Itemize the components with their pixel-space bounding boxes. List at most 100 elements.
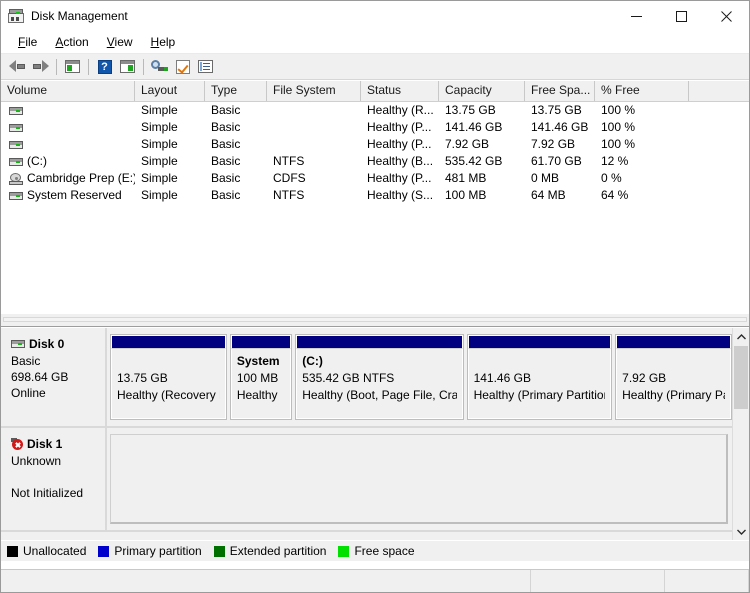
graphical-pane-scrollbar[interactable] <box>732 328 749 540</box>
rescan-disks-button[interactable] <box>148 56 171 78</box>
partition-block[interactable]: 13.75 GB Healthy (Recovery P <box>110 334 227 420</box>
legend-item: Primary partition <box>98 544 202 558</box>
partition-color-bar <box>616 335 731 348</box>
scroll-up-button[interactable] <box>733 328 749 345</box>
show-hide-console-tree-button[interactable] <box>61 56 84 78</box>
column-header-type[interactable]: Type <box>205 81 267 101</box>
toolbar-separator <box>56 58 57 75</box>
partition-details: 7.92 GB Healthy (Primary Pa <box>616 348 731 419</box>
volume-row[interactable]: System Reserved Simple Basic NTFS Healthy (S… <box>1 187 749 204</box>
partition-status: Healthy (Boot, Page File, Cras <box>302 388 457 402</box>
column-header-file-system[interactable]: File System <box>267 81 361 101</box>
menu-help[interactable]: Help <box>142 33 185 51</box>
minimize-button[interactable] <box>614 1 659 31</box>
graphical-disk-list: Disk 0 Basic 698.64 GB Online 13.75 GB Healt… <box>1 328 732 540</box>
cell-status: Healthy (R... <box>367 103 434 117</box>
partition-status: Healthy (Recovery P <box>117 388 220 402</box>
cell-capacity: 13.75 GB <box>445 103 496 117</box>
legend-label: Free space <box>354 544 415 558</box>
volume-row[interactable]: Simple Basic Healthy (R... 13.75 GB 13.75 GB… <box>1 102 749 119</box>
disk-size <box>11 469 105 485</box>
volume-label: System Reserved <box>27 188 122 202</box>
hard-drive-icon <box>9 191 23 200</box>
column-header-status[interactable]: Status <box>361 81 439 101</box>
cell-volume <box>1 123 135 132</box>
cell-type: Basic <box>211 103 241 117</box>
uninitialized-disk-area[interactable] <box>110 434 728 524</box>
partition-block[interactable]: 7.92 GB Healthy (Primary Pa <box>615 334 732 420</box>
legend-label: Extended partition <box>229 544 327 558</box>
scrollbar-thumb[interactable] <box>734 346 748 409</box>
partition-size: 100 MB <box>236 371 279 385</box>
disk-state: Online <box>11 386 46 400</box>
volume-row[interactable]: Cambridge Prep (E:) Simple Basic CDFS Health… <box>1 170 749 187</box>
title-bar: Disk Management <box>1 1 749 31</box>
partition-details: 13.75 GB Healthy (Recovery P <box>111 348 226 419</box>
arrow-left-icon <box>9 60 26 73</box>
cell-percent-free: 12 % <box>601 154 629 168</box>
cell-free-space: 141.46 GB <box>531 120 589 134</box>
properties-button[interactable] <box>171 56 194 78</box>
column-header-free-spa[interactable]: Free Spa... <box>525 81 595 101</box>
column-header-free[interactable]: % Free <box>595 81 689 101</box>
cell-free-space: 64 MB <box>531 188 566 202</box>
list-view-button[interactable] <box>194 56 217 78</box>
partition-label: System <box>236 354 280 368</box>
status-bar-cell <box>1 570 531 592</box>
cell-layout: Simple <box>141 103 178 117</box>
disk-name: Disk 0 <box>29 337 65 351</box>
hard-drive-icon <box>9 106 23 115</box>
forward-button[interactable] <box>29 56 52 78</box>
partition-strip: 13.75 GB Healthy (Recovery P System 100 MB H… <box>107 328 732 426</box>
menu-file[interactable]: File <box>9 33 46 51</box>
cell-percent-free: 100 % <box>601 120 636 134</box>
partition-block[interactable]: System 100 MB Healthy <box>229 334 293 420</box>
back-button[interactable] <box>6 56 29 78</box>
legend-swatch <box>98 545 110 557</box>
cell-free-space: 0 MB <box>531 171 560 185</box>
hard-drive-icon <box>9 140 23 149</box>
checkmark-page-icon <box>175 59 190 74</box>
cell-layout: Simple <box>141 154 178 168</box>
maximize-button[interactable] <box>659 1 704 31</box>
volume-row[interactable]: (C:) Simple Basic NTFS Healthy (B... 535.42 G… <box>1 153 749 170</box>
cell-volume: (C:) <box>1 153 135 170</box>
scroll-down-button[interactable] <box>733 523 749 540</box>
disk-info-panel[interactable]: Disk 1 Unknown Not Initialized <box>1 428 107 530</box>
cell-capacity: 141.46 GB <box>445 120 503 134</box>
volume-row[interactable]: Simple Basic Healthy (P... 141.46 GB 141.46 … <box>1 119 749 136</box>
partition-block[interactable]: 141.46 GB Healthy (Primary Partition <box>466 334 613 420</box>
cell-percent-free: 100 % <box>601 103 636 117</box>
column-header-capacity[interactable]: Capacity <box>439 81 525 101</box>
toolbar-separator <box>88 58 89 75</box>
partition-color-bar <box>467 335 612 348</box>
cell-layout: Simple <box>141 188 178 202</box>
menu-view[interactable]: View <box>98 33 142 51</box>
pane-splitter[interactable] <box>1 313 749 327</box>
disk-type: Unknown <box>11 454 62 468</box>
partition-label <box>622 353 725 370</box>
volume-row[interactable]: Simple Basic Healthy (P... 7.92 GB 7.92 GB 10… <box>1 136 749 153</box>
help-button[interactable]: ? <box>93 56 116 78</box>
partition-color-bar <box>230 335 292 348</box>
disk-size: 698.64 GB <box>11 370 69 384</box>
cell-status: Healthy (P... <box>367 120 432 134</box>
disk-row: Disk 1 Unknown Not Initialized <box>1 428 732 532</box>
disk-info-panel[interactable]: Disk 0 Basic 698.64 GB Online <box>1 328 107 426</box>
show-action-pane-button[interactable] <box>116 56 139 78</box>
partition-block[interactable]: (C:) 535.42 GB NTFS Healthy (Boot, Page Fi… <box>295 334 464 420</box>
close-button[interactable] <box>704 1 749 31</box>
disk-drive-icon <box>8 8 24 24</box>
cell-status: Healthy (B... <box>367 154 434 168</box>
menu-action[interactable]: Action <box>46 33 97 51</box>
magnifier-disk-icon <box>151 59 168 74</box>
action-pane-icon <box>120 60 135 73</box>
partition-size: 7.92 GB <box>622 371 667 385</box>
cell-volume <box>1 106 135 115</box>
volume-list-header: Volume Layout Type File System Status Capacit… <box>1 80 749 102</box>
cell-file-system: CDFS <box>273 171 306 185</box>
column-header-volume[interactable]: Volume <box>1 81 135 101</box>
legend-swatch <box>338 545 350 557</box>
cell-volume: System Reserved <box>1 187 135 204</box>
column-header-layout[interactable]: Layout <box>135 81 205 101</box>
